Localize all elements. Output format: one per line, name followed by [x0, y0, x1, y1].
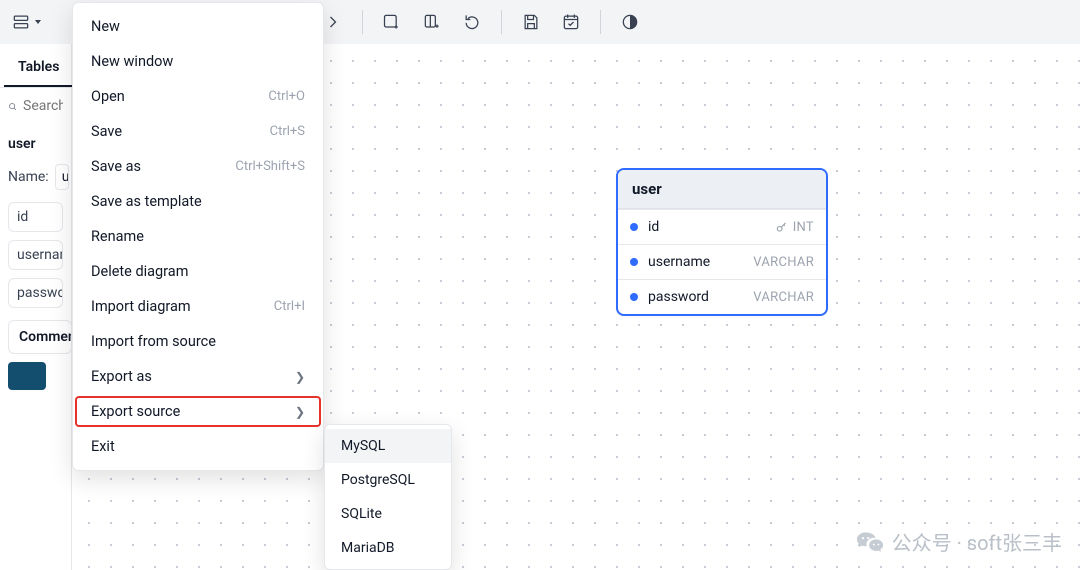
column-type: VARCHAR — [753, 255, 814, 270]
menu-item-save-as[interactable]: Save asCtrl+Shift+S — [73, 149, 323, 184]
column-dot-icon — [630, 223, 638, 231]
column-dot-icon — [630, 293, 638, 301]
column-type: VARCHAR — [753, 290, 814, 305]
add-column-button[interactable] — [415, 6, 449, 38]
menu-item-save[interactable]: SaveCtrl+S — [73, 114, 323, 149]
name-input[interactable]: user — [55, 164, 69, 190]
wechat-icon — [856, 530, 884, 554]
add-panel-button[interactable] — [375, 6, 409, 38]
search-input[interactable] — [23, 98, 63, 114]
sidebar-tabs: Tables — [0, 44, 71, 88]
export-source-submenu: MySQL PostgreSQL SQLite MariaDB — [324, 424, 452, 570]
name-label: Name: — [8, 169, 49, 185]
chevron-right-icon: ❯ — [295, 405, 305, 419]
column-name: username — [648, 254, 753, 270]
column-name: password — [648, 289, 753, 305]
menu-item-save-template[interactable]: Save as template — [73, 184, 323, 219]
search-icon — [8, 99, 17, 114]
watermark-text: 公众号 · soft张三丰 — [892, 527, 1062, 556]
column-dot-icon — [630, 258, 638, 266]
table-column[interactable]: password VARCHAR — [618, 279, 826, 314]
menu-item-exit[interactable]: Exit — [73, 429, 323, 464]
layout-menu-button[interactable] — [10, 6, 44, 38]
menu-item-open[interactable]: OpenCtrl+O — [73, 79, 323, 114]
toolbar-separator — [600, 10, 601, 34]
search-row — [0, 88, 71, 124]
field-item[interactable]: id — [8, 202, 63, 232]
submenu-item-mariadb[interactable]: MariaDB — [325, 531, 451, 565]
submenu-item-postgresql[interactable]: PostgreSQL — [325, 463, 451, 497]
table-column[interactable]: id INT — [618, 209, 826, 244]
field-item[interactable]: username — [8, 240, 63, 270]
key-icon — [775, 220, 789, 234]
chevron-right-icon: ❯ — [295, 370, 305, 384]
watermark: 公众号 · soft张三丰 — [856, 527, 1062, 556]
comments-button[interactable]: Comments — [8, 320, 72, 354]
menu-item-new[interactable]: New — [73, 9, 323, 44]
rotate-button[interactable] — [455, 6, 489, 38]
tab-tables[interactable]: Tables — [4, 51, 73, 87]
file-menu: New New window OpenCtrl+O SaveCtrl+S Sav… — [72, 2, 324, 471]
menu-item-delete-diagram[interactable]: Delete diagram — [73, 254, 323, 289]
sidebar: Tables user Name: user id username passw… — [0, 44, 72, 570]
menu-item-export-as[interactable]: Export as❯ — [73, 359, 323, 394]
table-card-header: user — [618, 170, 826, 209]
table-column[interactable]: username VARCHAR — [618, 244, 826, 279]
menu-item-rename[interactable]: Rename — [73, 219, 323, 254]
toolbar-separator — [501, 10, 502, 34]
menu-item-new-window[interactable]: New window — [73, 44, 323, 79]
menu-item-import-source[interactable]: Import from source — [73, 324, 323, 359]
toolbar-separator — [362, 10, 363, 34]
table-title: user — [8, 130, 63, 158]
column-type: INT — [793, 220, 814, 235]
submenu-item-mysql[interactable]: MySQL — [325, 429, 451, 463]
table-card-user[interactable]: user id INT username VARCHAR password VA… — [616, 168, 828, 316]
calendar-check-button[interactable] — [554, 6, 588, 38]
field-item[interactable]: password — [8, 278, 63, 308]
column-name: id — [648, 219, 775, 235]
menu-item-import-diagram[interactable]: Import diagramCtrl+I — [73, 289, 323, 324]
menu-item-export-source[interactable]: Export source❯ — [73, 394, 323, 429]
field-list: id username password — [0, 202, 71, 308]
save-button[interactable] — [514, 6, 548, 38]
submenu-item-sqlite[interactable]: SQLite — [325, 497, 451, 531]
theme-toggle-button[interactable] — [613, 6, 647, 38]
color-swatch[interactable] — [8, 362, 46, 390]
